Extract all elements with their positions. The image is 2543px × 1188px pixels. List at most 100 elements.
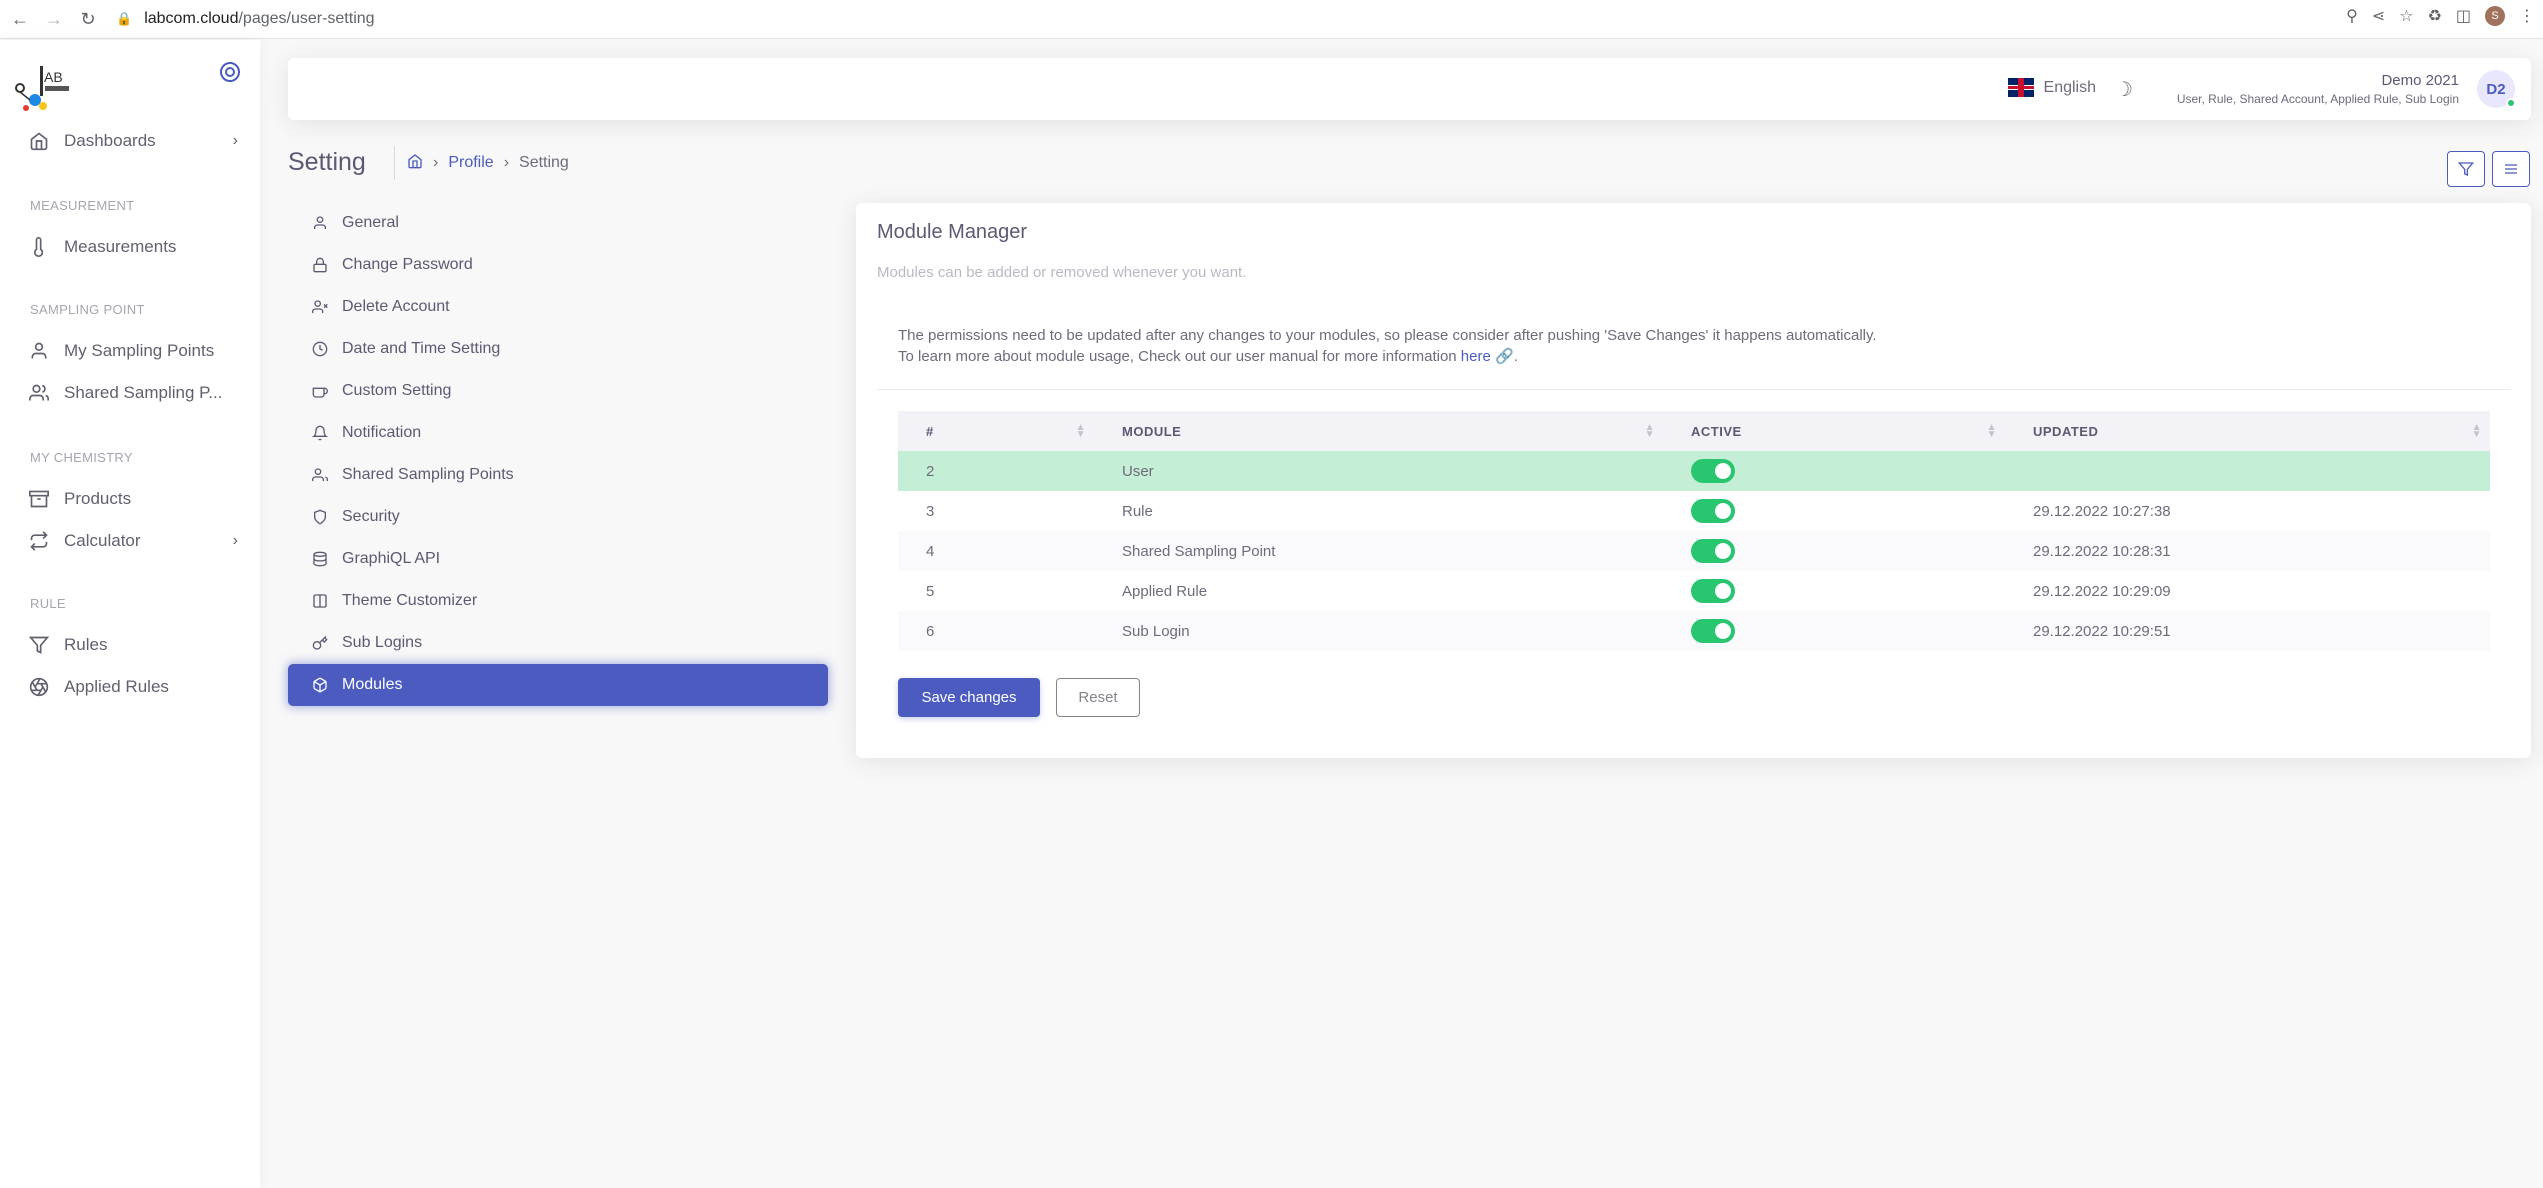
settings-item-label: Modules <box>342 676 403 693</box>
card-title: Module Manager <box>877 221 1028 243</box>
settings-item-security[interactable]: Security <box>288 496 828 538</box>
shield-icon <box>310 509 330 525</box>
repeat-icon <box>28 530 50 552</box>
here-link[interactable]: here <box>1461 348 1491 365</box>
key-icon[interactable]: ⚲ <box>2346 6 2358 26</box>
users-icon <box>310 467 330 483</box>
card-info: The permissions need to be updated after… <box>898 325 1877 367</box>
home-icon[interactable] <box>407 153 423 174</box>
language-dropdown[interactable]: English <box>2007 78 2096 97</box>
star-icon[interactable]: ☆ <box>2399 6 2413 26</box>
reload-icon[interactable]: ↻ <box>74 5 102 33</box>
sidebar-item-applied-rules[interactable]: Applied Rules <box>28 676 238 698</box>
active-toggle[interactable] <box>1691 619 1735 643</box>
cell-updated: 29.12.2022 10:29:09 <box>2033 582 2171 600</box>
settings-item-shared-sampling-points[interactable]: Shared Sampling Points <box>288 454 828 496</box>
sidebar-collapse-icon[interactable] <box>220 62 240 82</box>
card-subtitle: Modules can be added or removed whenever… <box>877 264 1247 281</box>
url-path: /pages/user-setting <box>238 10 375 27</box>
settings-item-label: Date and Time Setting <box>342 340 501 357</box>
bell-icon <box>310 425 330 441</box>
settings-item-modules[interactable]: Modules <box>288 664 828 706</box>
divider <box>877 389 2511 390</box>
avatar[interactable]: D2 <box>2477 70 2516 108</box>
chevron-right-icon: › <box>503 154 510 171</box>
table-row[interactable]: 6 Sub Login 29.12.2022 10:29:51 <box>898 611 2490 651</box>
module-manager-card: Module Manager Modules can be added or r… <box>856 203 2531 758</box>
chevron-right-icon: › <box>232 132 238 149</box>
table-row[interactable]: 4 Shared Sampling Point 29.12.2022 10:28… <box>898 531 2490 571</box>
settings-item-label: Shared Sampling Points <box>342 466 514 483</box>
sidebar-section-header: RULE <box>30 596 66 611</box>
settings-item-notification[interactable]: Notification <box>288 412 828 454</box>
address-bar[interactable]: 🔒 labcom.cloud/pages/user-setting <box>116 10 375 28</box>
lock-icon <box>310 257 330 273</box>
cell-id: 6 <box>926 622 935 640</box>
share-icon[interactable]: ⋖ <box>2372 6 2385 26</box>
active-toggle[interactable] <box>1691 539 1735 563</box>
settings-item-label: Change Password <box>342 256 473 273</box>
active-toggle[interactable] <box>1691 499 1735 523</box>
menu-button[interactable] <box>2492 151 2530 187</box>
sidebar-item-products[interactable]: Products <box>28 488 238 510</box>
cell-updated: 29.12.2022 10:28:31 <box>2033 542 2171 560</box>
table-row[interactable]: 2 User <box>898 451 2490 491</box>
user-icon <box>310 215 330 231</box>
sidebar-item-dashboards[interactable]: Dashboards › <box>28 130 238 152</box>
more-vert-icon[interactable]: ⋮ <box>2519 6 2535 26</box>
save-changes-button[interactable]: Save changes <box>898 678 1040 717</box>
cell-updated: 29.12.2022 10:27:38 <box>2033 502 2171 520</box>
cell-id: 5 <box>926 582 935 600</box>
sidepanel-icon[interactable]: ◫ <box>2456 6 2471 26</box>
settings-item-custom-setting[interactable]: Custom Setting <box>288 370 828 412</box>
table-row[interactable]: 5 Applied Rule 29.12.2022 10:29:09 <box>898 571 2490 611</box>
settings-item-label: Theme Customizer <box>342 592 478 609</box>
top-navbar: English ☽ Demo 2021 User, Rule, Shared A… <box>288 58 2531 120</box>
sidebar-item-shared-sampling-points[interactable]: Shared Sampling P... <box>28 382 238 404</box>
svg-text:AB: AB <box>44 69 63 85</box>
info-line-2: To learn more about module usage, Check … <box>898 348 1518 365</box>
column-header-active[interactable]: ACTIVE ▲ ▼ <box>1663 411 2005 451</box>
extensions-icon[interactable]: ♻ <box>2428 6 2442 26</box>
table-row[interactable]: 3 Rule 29.12.2022 10:27:38 <box>898 491 2490 531</box>
column-header-module[interactable]: MODULE ▲ ▼ <box>1094 411 1663 451</box>
cell-updated <box>2005 451 2490 491</box>
column-header-id[interactable]: # ▲ ▼ <box>898 411 1094 451</box>
cell-id: 3 <box>926 502 935 520</box>
forward-icon[interactable]: → <box>40 5 68 33</box>
sidebar-item-label: Dashboards <box>64 131 156 150</box>
aperture-icon <box>28 676 50 698</box>
settings-item-general[interactable]: General <box>288 202 828 244</box>
settings-item-label: Custom Setting <box>342 382 452 399</box>
filter-icon <box>28 634 50 656</box>
sidebar-item-calculator[interactable]: Calculator › <box>28 530 238 552</box>
back-icon[interactable]: ← <box>6 5 34 33</box>
sidebar-item-measurements[interactable]: Measurements <box>28 236 238 258</box>
breadcrumb-profile[interactable]: Profile <box>448 154 493 172</box>
menu-icon <box>2505 164 2517 174</box>
settings-item-delete-account[interactable]: Delete Account <box>288 286 828 328</box>
settings-item-label: Delete Account <box>342 298 450 315</box>
settings-item-change-password[interactable]: Change Password <box>288 244 828 286</box>
breadcrumb: › Profile › Setting <box>394 146 569 180</box>
settings-item-sub-logins[interactable]: Sub Logins <box>288 622 828 664</box>
sidebar-item-my-sampling-points[interactable]: My Sampling Points <box>28 340 238 362</box>
filter-button[interactable] <box>2447 151 2485 187</box>
box-icon <box>310 677 330 693</box>
moon-icon[interactable]: ☽ <box>2115 77 2133 102</box>
browser-profile-avatar[interactable]: S <box>2485 6 2505 26</box>
settings-item-theme-customizer[interactable]: Theme Customizer <box>288 580 828 622</box>
sort-icon: ▲ ▼ <box>1644 422 1655 440</box>
reset-button[interactable]: Reset <box>1056 678 1140 717</box>
active-toggle[interactable] <box>1691 459 1735 483</box>
active-toggle[interactable] <box>1691 579 1735 603</box>
settings-item-date-time[interactable]: Date and Time Setting <box>288 328 828 370</box>
user-modules: User, Rule, Shared Account, Applied Rule… <box>2176 92 2459 106</box>
settings-item-graphiql-api[interactable]: GraphiQL API <box>288 538 828 580</box>
sidebar: AB Dashboards › MEASUREMENT Measurements… <box>0 40 260 1188</box>
sidebar-item-rules[interactable]: Rules <box>28 634 238 656</box>
user-x-icon <box>310 299 330 315</box>
column-header-updated[interactable]: UPDATED ▲ ▼ <box>2005 411 2490 451</box>
user-name[interactable]: Demo 2021 <box>2381 72 2459 89</box>
sidebar-item-label: Shared Sampling P... <box>64 383 223 402</box>
